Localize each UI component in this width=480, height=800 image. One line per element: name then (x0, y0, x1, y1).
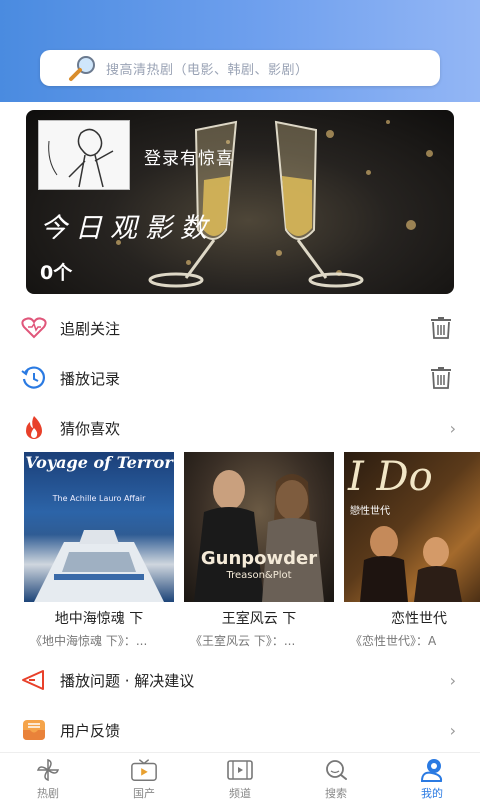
recommendation-card[interactable]: Gunpowder Treason&Plot 王室风云 下 《王室风云 下》：.… (184, 452, 334, 649)
champagne-glasses-image (148, 120, 364, 288)
tv-icon (130, 757, 158, 783)
trash-icon[interactable] (428, 365, 454, 391)
poster-description: 《恋性世代》：A (350, 634, 437, 648)
poster-description: 《地中海惊魂 下》：... (30, 634, 148, 648)
login-prompt[interactable]: 登录有惊喜 (144, 144, 234, 169)
avatar[interactable] (38, 120, 130, 190)
login-banner[interactable]: 登录有惊喜 今日观影数 0个 (26, 110, 454, 294)
tab-label: 国产 (133, 787, 155, 800)
poster-image: I Do 戀性世代 (344, 452, 480, 602)
tab-mine[interactable]: 我的 (384, 753, 480, 800)
heart-icon (20, 314, 48, 342)
trash-icon[interactable] (428, 315, 454, 341)
playback-problem-row[interactable]: 播放问题 · 解决建议 › (0, 660, 480, 700)
history-label: 播放记录 (60, 369, 121, 388)
bottom-tab-bar: 热剧 国产 频道 搜索 我的 (0, 752, 480, 800)
poster-image: Voyage of Terror The Achille Lauro Affai… (24, 452, 174, 602)
tab-label: 我的 (421, 787, 443, 800)
playback-problem-label: 播放问题 · 解决建议 (60, 671, 195, 690)
mailbox-icon (20, 716, 48, 744)
chevron-right-icon: › (449, 720, 456, 740)
tab-hot[interactable]: 热剧 (0, 753, 96, 800)
chevron-right-icon: › (449, 670, 456, 690)
poster-title-art: I Do (348, 454, 433, 500)
tab-label: 搜索 (325, 787, 347, 800)
pinwheel-icon (34, 757, 62, 783)
tab-channel[interactable]: 频道 (192, 753, 288, 800)
tab-label: 热剧 (37, 787, 59, 800)
guess-you-like-row[interactable]: 猜你喜欢 › (0, 408, 480, 448)
poster-title-art: Voyage of Terror (25, 453, 173, 472)
flame-icon (20, 414, 48, 442)
recommendation-card[interactable]: I Do 戀性世代 恋性世代 《恋性世代》：A (344, 452, 480, 649)
search-icon (322, 757, 350, 783)
feedback-row[interactable]: 用户反馈 › (0, 710, 480, 750)
search-bar[interactable]: 搜高清热剧（电影、韩剧、影剧） (40, 50, 440, 86)
avatar-sketch-image (48, 128, 114, 188)
tab-label: 频道 (229, 787, 251, 800)
megaphone-icon (20, 666, 48, 694)
poster-title: 恋性世代 (391, 611, 447, 627)
poster-subtitle-art: Treason&Plot (226, 570, 292, 581)
poster-title-art: Gunpowder (200, 548, 318, 569)
film-icon (226, 757, 254, 783)
guess-label: 猜你喜欢 (60, 419, 121, 438)
poster-description: 《王室风云 下》：... (190, 634, 296, 648)
recommendation-carousel[interactable]: Voyage of Terror The Achille Lauro Affai… (0, 452, 480, 662)
tab-domestic[interactable]: 国产 (96, 753, 192, 800)
follow-label: 追剧关注 (60, 319, 121, 338)
poster-subtitle-art: The Achille Lauro Affair (52, 494, 146, 503)
history-clock-icon (20, 364, 48, 392)
poster-title: 地中海惊魂 下 (54, 611, 144, 627)
today-watch-title: 今日观影数 (40, 213, 215, 244)
magnifier-icon (69, 56, 95, 81)
history-row[interactable]: 播放记录 (0, 358, 480, 398)
chevron-right-icon: › (449, 418, 456, 438)
tab-search[interactable]: 搜索 (288, 753, 384, 800)
poster-title: 王室风云 下 (221, 611, 297, 627)
search-placeholder: 搜高清热剧（电影、韩剧、影剧） (106, 62, 309, 78)
poster-image: Gunpowder Treason&Plot (184, 452, 334, 602)
profile-icon (418, 757, 446, 783)
today-watch-count: 0个 (40, 262, 73, 284)
follow-row[interactable]: 追剧关注 (0, 308, 480, 348)
feedback-label: 用户反馈 (60, 721, 121, 740)
recommendation-card[interactable]: Voyage of Terror The Achille Lauro Affai… (24, 452, 174, 649)
